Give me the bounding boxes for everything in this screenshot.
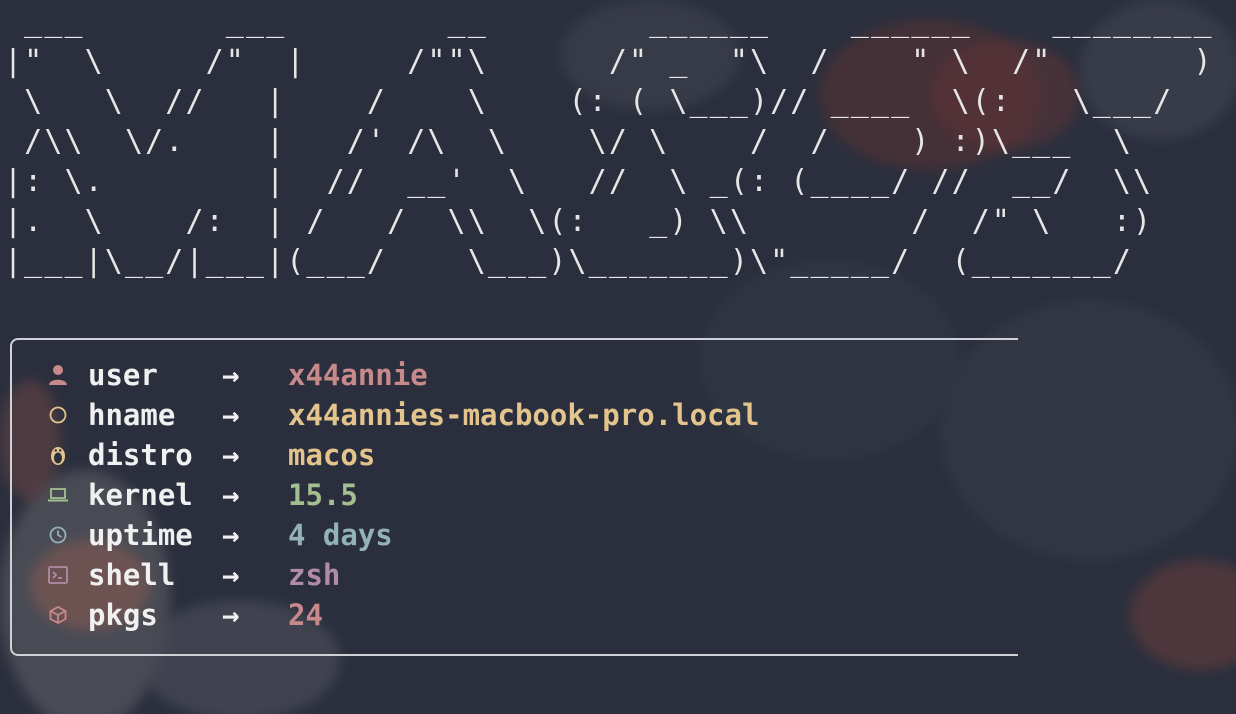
wallpaper-shape <box>1130 560 1236 670</box>
system-info-panel <box>10 338 1018 656</box>
ascii-art-banner: ___ ___ __ ______ ______ ________ |" \ /… <box>4 4 1214 279</box>
